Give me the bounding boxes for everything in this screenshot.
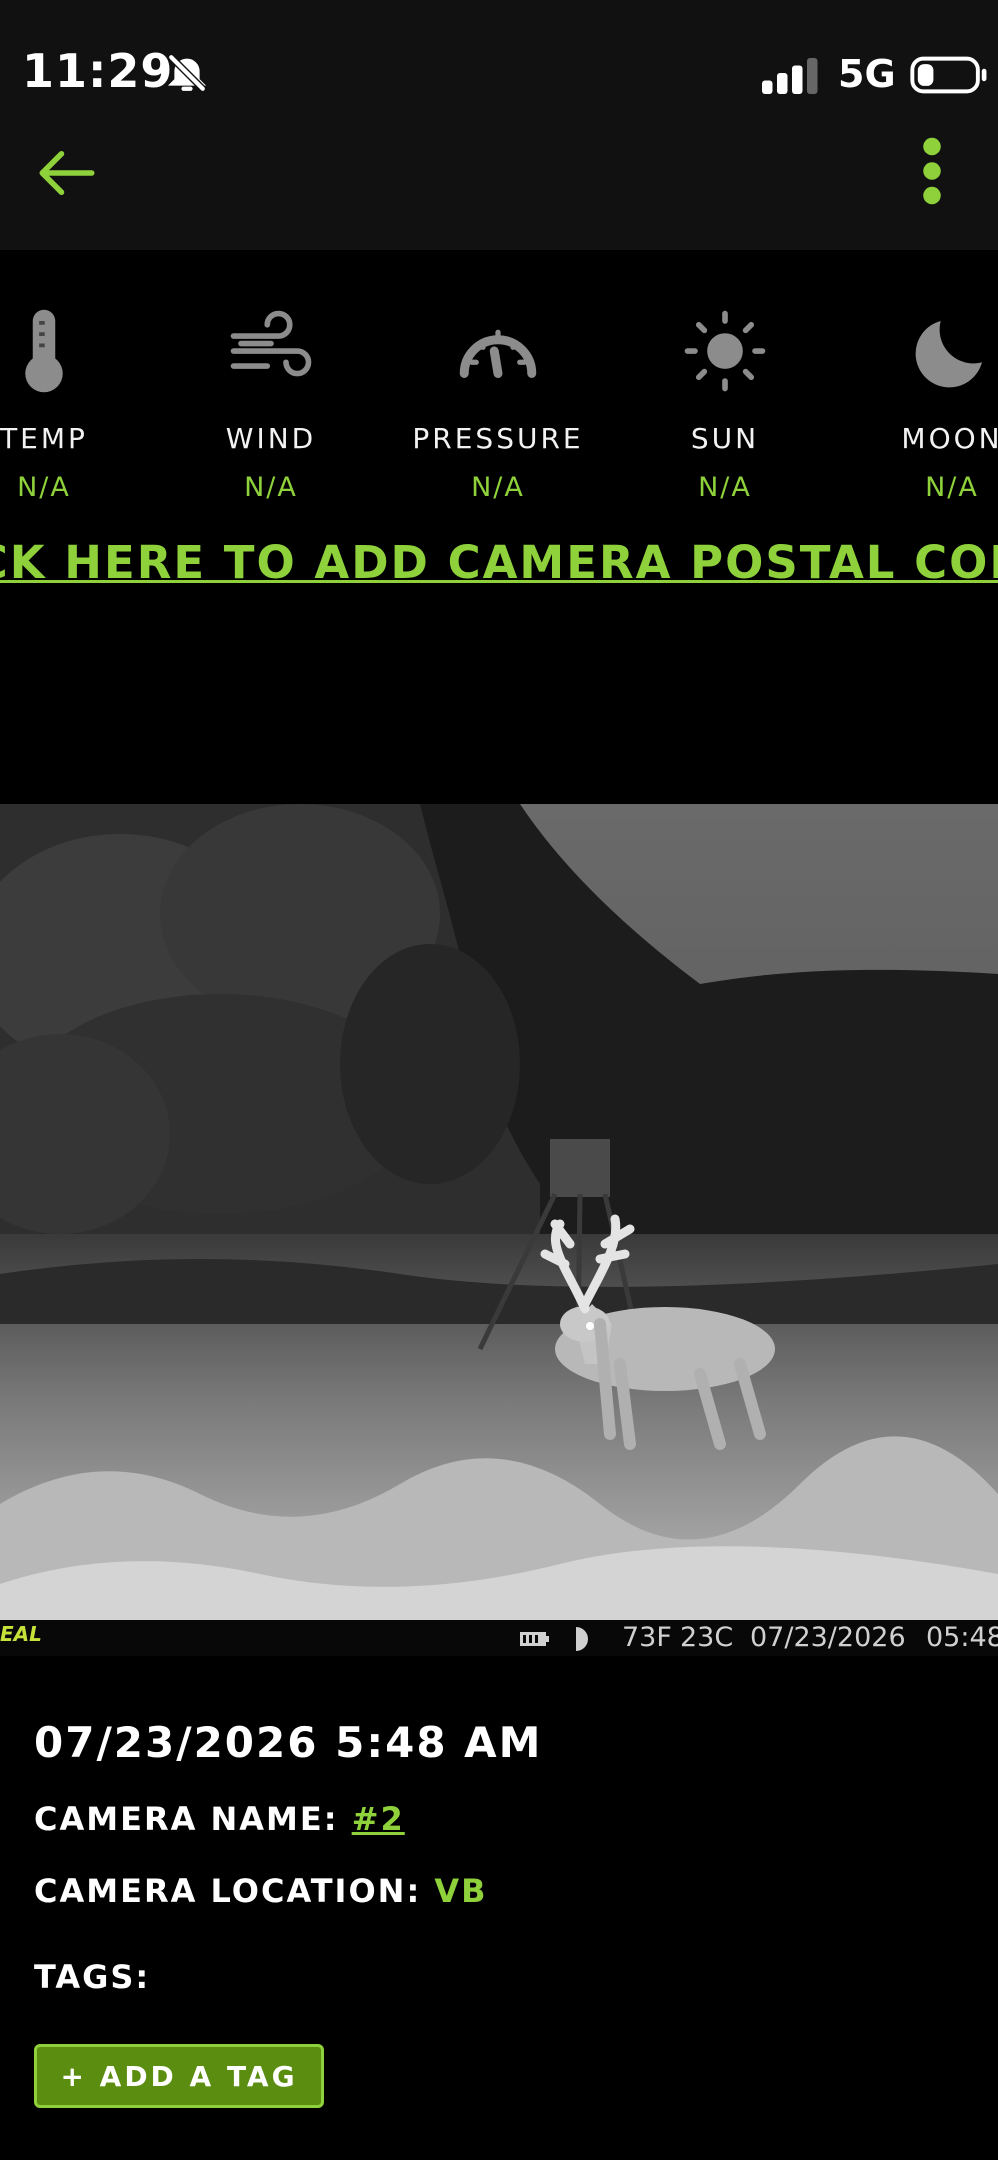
weather-item-sun: SUN N/A xyxy=(625,250,825,510)
camera-name-link[interactable]: #2 xyxy=(352,1800,405,1838)
weather-item-temp: TEMP N/A xyxy=(0,250,144,510)
network-type: 5G xyxy=(838,52,896,96)
gauge-icon xyxy=(459,329,537,378)
camera-location-row: CAMERA LOCATION: VB xyxy=(34,1872,488,1910)
bell-off-icon xyxy=(167,53,207,93)
weather-item-moon: MOON N/A xyxy=(852,250,998,510)
weather-label: PRESSURE xyxy=(412,422,584,455)
moon-phase-icon xyxy=(576,1627,588,1651)
battery-icon xyxy=(910,56,987,94)
photo-datetime: 07/23/2026 5:48 AM xyxy=(34,1718,543,1767)
wind-icon xyxy=(230,310,312,377)
weather-label: TEMP xyxy=(0,422,88,455)
camera-location-label: CAMERA LOCATION: xyxy=(34,1872,422,1910)
add-tag-button[interactable]: + ADD A TAG xyxy=(34,2044,324,2108)
camera-name-label: CAMERA NAME: xyxy=(34,1800,339,1838)
thermometer-icon xyxy=(25,309,63,393)
sun-icon xyxy=(684,310,766,392)
weather-label: MOON xyxy=(901,422,998,455)
weather-label: SUN xyxy=(690,422,760,455)
add-postal-code-link[interactable]: ICK HERE TO ADD CAMERA POSTAL COD xyxy=(0,536,998,589)
more-vertical-icon[interactable] xyxy=(912,136,952,206)
weather-label: WIND xyxy=(225,422,317,455)
weather-value: N/A xyxy=(925,472,979,503)
photo-temp-f: 73F xyxy=(622,1622,672,1653)
weather-value: N/A xyxy=(471,472,525,503)
weather-value: N/A xyxy=(698,472,752,503)
weather-strip: TEMP N/A WIND N/A PRESSURE N/A SUN N/A M… xyxy=(0,250,998,520)
trail-camera-photo[interactable] xyxy=(0,804,998,1656)
camera-brand-logo: EAL xyxy=(0,1622,42,1646)
signal-icon xyxy=(762,58,818,94)
camera-location-value: VB xyxy=(434,1872,488,1910)
weather-value: N/A xyxy=(17,472,71,503)
weather-item-pressure: PRESSURE N/A xyxy=(398,250,598,510)
photo-time: 05:48 xyxy=(926,1622,998,1653)
tags-label: TAGS: xyxy=(34,1958,151,1996)
weather-item-wind: WIND N/A xyxy=(171,250,371,510)
moon-icon xyxy=(915,321,982,388)
photo-temp-c: 23C xyxy=(680,1622,734,1653)
weather-value: N/A xyxy=(244,472,298,503)
status-time: 11:29 xyxy=(22,44,174,98)
battery-level-icon xyxy=(520,1632,549,1646)
app-bar xyxy=(0,150,998,250)
camera-name-row: CAMERA NAME: #2 xyxy=(34,1800,405,1838)
photo-date: 07/23/2026 xyxy=(750,1622,906,1653)
back-arrow-icon[interactable] xyxy=(34,140,100,206)
